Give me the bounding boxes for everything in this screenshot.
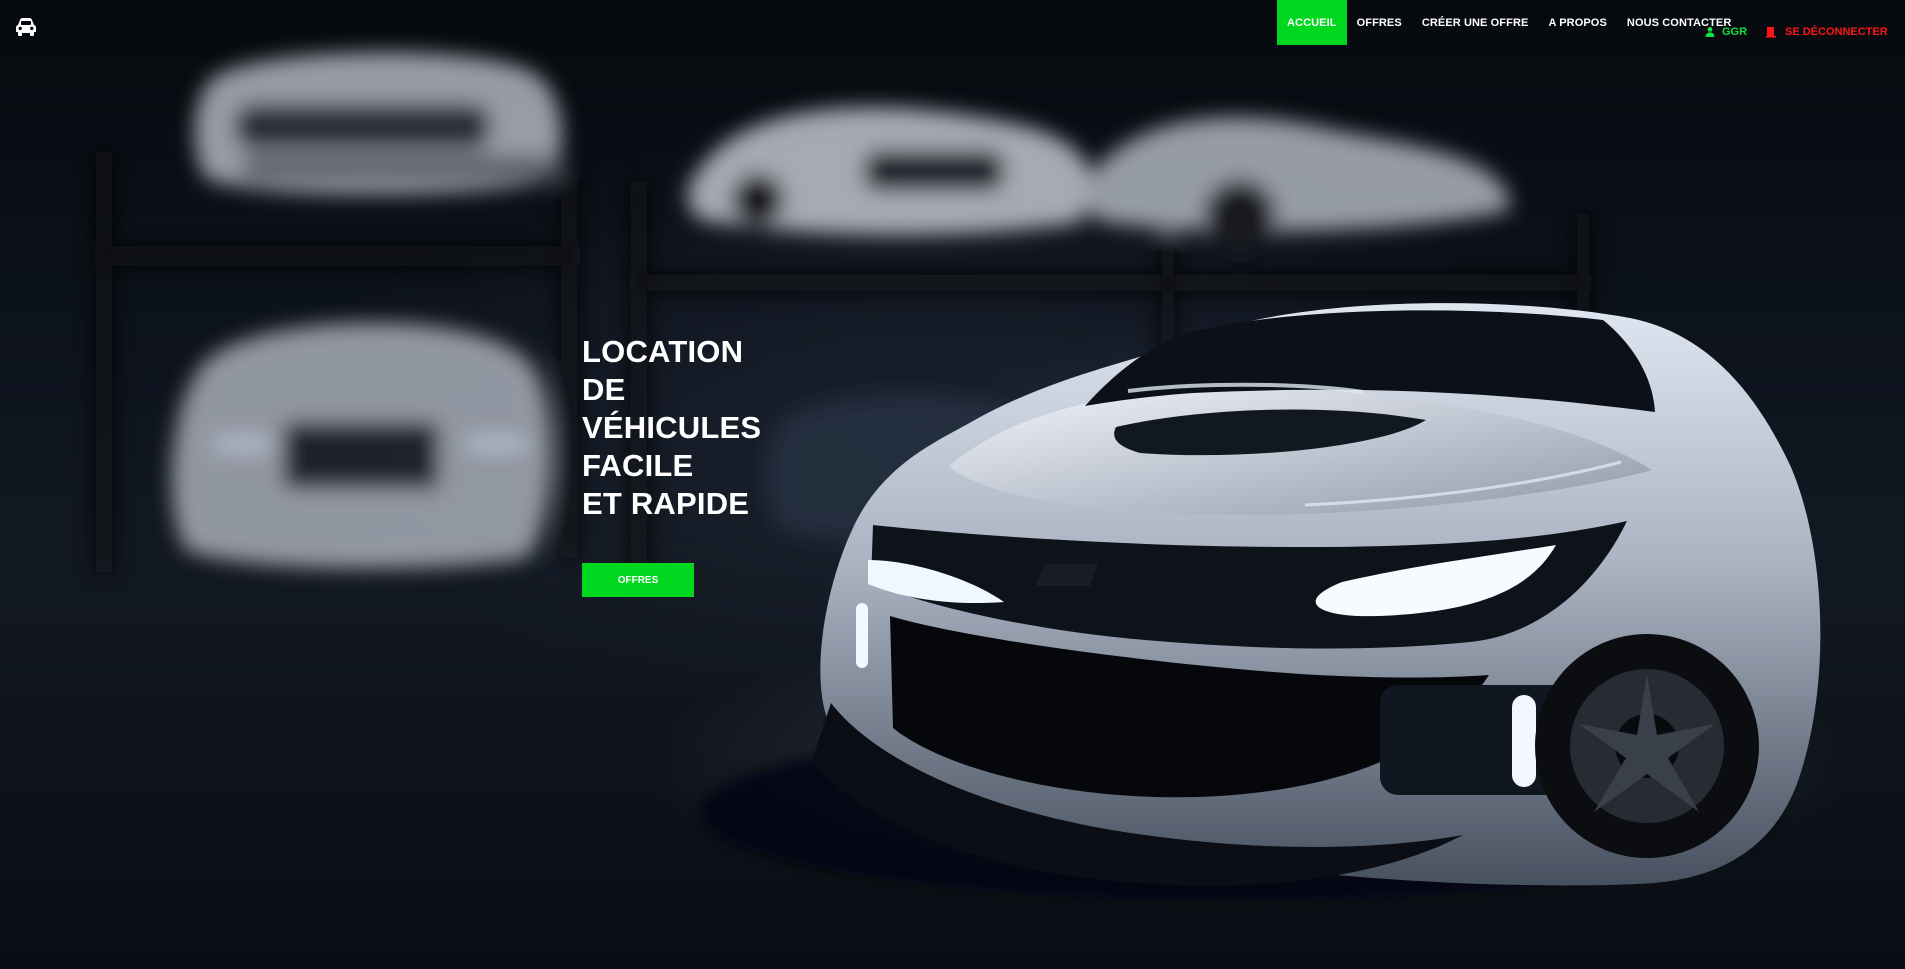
- headline-line-5: ET RAPIDE: [582, 486, 750, 521]
- headline-line-1: LOCATION: [582, 334, 744, 369]
- headline-line-4: FACILE: [582, 448, 694, 483]
- main-menu: ACCUEIL OFFRES CRÉER UNE OFFRE A PROPOS …: [1277, 0, 1741, 45]
- headline-line-3: VÉHICULES: [582, 410, 762, 445]
- hero-section: LOCATION DE VÉHICULES FACILE ET RAPIDE O…: [582, 333, 787, 597]
- logout-label: SE DÉCONNECTER: [1785, 26, 1888, 38]
- headline-line-2: DE: [582, 372, 626, 407]
- hero-background-image: [0, 0, 1905, 969]
- car-rental-homepage: ACCUEIL OFFRES CRÉER UNE OFFRE A PROPOS …: [0, 0, 1905, 969]
- user-account-link[interactable]: GGR: [1704, 24, 1747, 40]
- nav-home[interactable]: ACCUEIL: [1277, 0, 1347, 45]
- logout-button[interactable]: SE DÉCONNECTER: [1765, 24, 1888, 40]
- nav-create-offer[interactable]: CRÉER UNE OFFRE: [1412, 0, 1539, 45]
- car-icon[interactable]: [14, 16, 38, 38]
- user-icon: [1705, 27, 1715, 37]
- logout-icon: [1766, 27, 1776, 38]
- username-label: GGR: [1722, 26, 1748, 38]
- nav-offers[interactable]: OFFRES: [1347, 0, 1412, 45]
- nav-about[interactable]: A PROPOS: [1538, 0, 1616, 45]
- offers-button[interactable]: OFFRES: [582, 563, 694, 597]
- top-navigation: ACCUEIL OFFRES CRÉER UNE OFFRE A PROPOS …: [0, 0, 1905, 45]
- hero-headline: LOCATION DE VÉHICULES FACILE ET RAPIDE: [582, 333, 787, 523]
